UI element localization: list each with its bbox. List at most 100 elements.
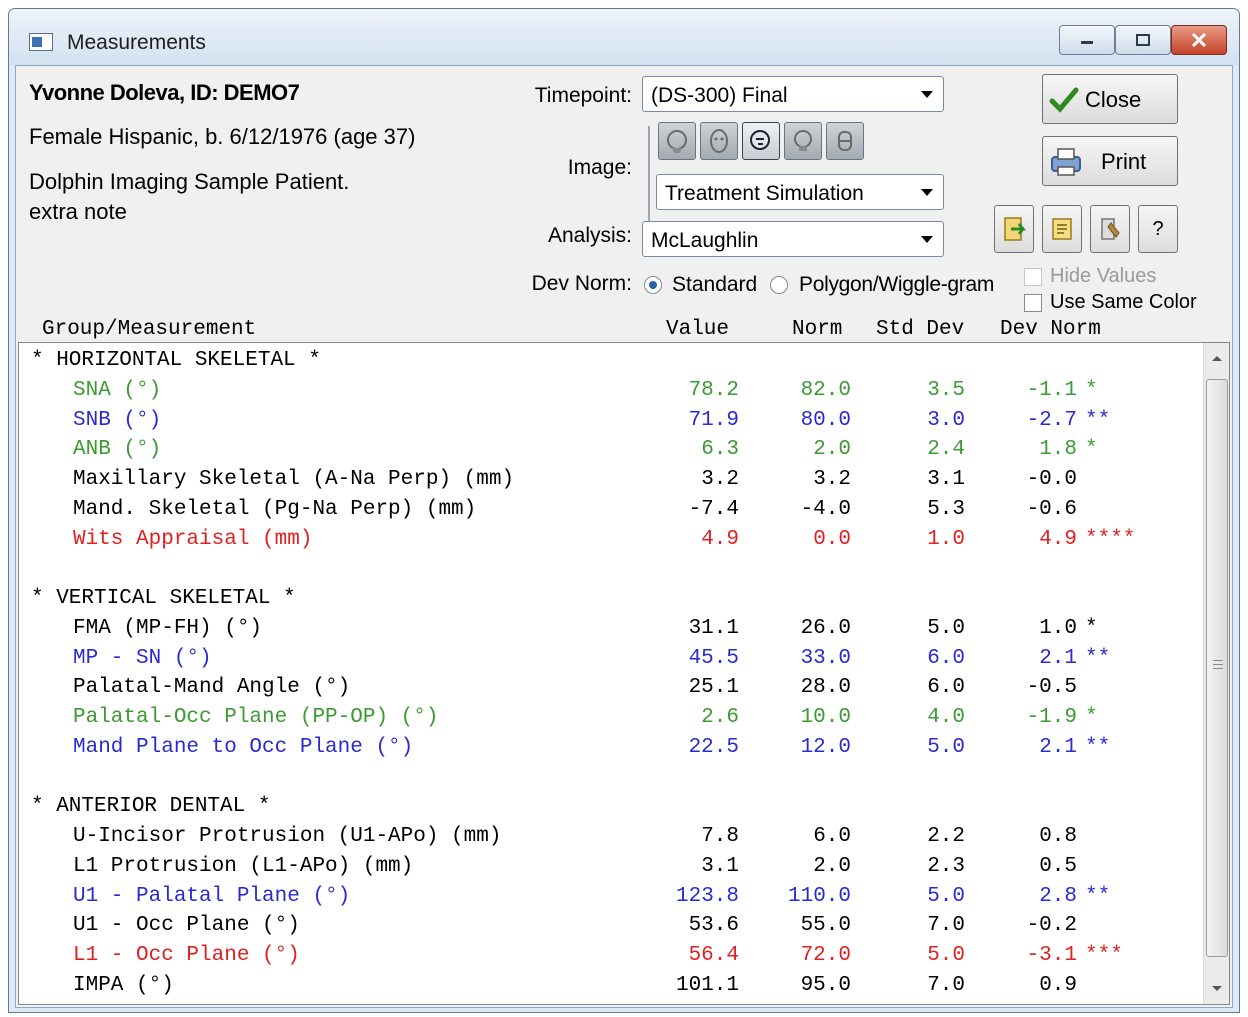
measurement-norm: 2.0	[813, 438, 851, 462]
close-button[interactable]: Close	[1042, 74, 1178, 124]
measurement-value: -7.4	[688, 497, 739, 521]
maximize-button[interactable]	[1115, 25, 1171, 55]
deviation-stars: *	[1085, 706, 1098, 729]
group-header-row[interactable]: * HORIZONTAL SKELETAL *	[19, 349, 1199, 379]
minimize-button[interactable]	[1059, 25, 1115, 55]
measurement-row[interactable]: U1 - Occ Plane (°) 53.6 55.0 7.0 -0.2	[19, 914, 1199, 944]
timepoint-select[interactable]: (DS-300) Final	[642, 76, 944, 112]
measurement-row[interactable]: Palatal-Occ Plane (PP-OP) (°) 2.6 10.0 4.0 -…	[19, 706, 1199, 736]
timepoint-label: Timepoint:	[534, 84, 632, 107]
measurement-dev-norm: -3.1	[1026, 944, 1077, 967]
notes-button[interactable]	[1042, 205, 1082, 253]
group-title: * ANTERIOR DENTAL *	[31, 795, 271, 819]
measurement-value: 123.8	[675, 884, 739, 908]
image-view-face[interactable]	[700, 122, 738, 160]
use-same-color-checkbox[interactable]	[1024, 294, 1042, 312]
measurement-row[interactable]: Mand Plane to Occ Plane (°) 22.5 12.0 5.0 2.…	[19, 736, 1199, 766]
image-value: Treatment Simulation	[665, 182, 864, 205]
measurement-norm: 12.0	[800, 735, 851, 759]
measurement-name: IMPA (°)	[73, 973, 174, 997]
measurement-name: SNB (°)	[73, 408, 162, 432]
image-view-lateral-xray[interactable]	[658, 122, 696, 160]
measurement-name: SNA (°)	[73, 378, 162, 402]
measurement-row[interactable]: ANB (°) 6.3 2.0 2.4 1.8 *	[19, 438, 1199, 468]
notes-icon	[1052, 218, 1072, 240]
measurement-norm: 28.0	[800, 676, 851, 700]
wrench-icon	[1101, 218, 1120, 240]
column-header: Group/Measurement Value Norm Std Dev Dev…	[16, 316, 1232, 342]
measurement-norm: 2.0	[813, 854, 851, 878]
group-header-row[interactable]: * ANTERIOR DENTAL *	[19, 795, 1199, 825]
measurement-value: 4.9	[701, 527, 739, 551]
measurement-norm: 3.2	[813, 468, 851, 491]
hide-values-label: Hide Values	[1050, 265, 1157, 287]
image-view-teeth[interactable]	[826, 122, 864, 160]
measurement-name: ANB (°)	[73, 438, 162, 462]
scroll-up-button[interactable]	[1204, 343, 1229, 373]
measurement-row[interactable]: FMA (MP-FH) (°) 31.1 26.0 5.0 1.0 *	[19, 617, 1199, 647]
devnorm-polygon-radio[interactable]	[770, 276, 788, 294]
measurement-row[interactable]: SNA (°) 78.2 82.0 3.5 -1.1 *	[19, 379, 1199, 409]
measurement-norm: 110.0	[787, 884, 851, 908]
skull-lateral-icon	[667, 130, 687, 153]
close-button-label: Close	[1085, 87, 1142, 112]
measurement-dev-norm: -1.9	[1026, 706, 1077, 729]
app-icon	[29, 33, 53, 51]
window-close-button[interactable]	[1171, 25, 1227, 55]
image-select[interactable]: Treatment Simulation	[656, 174, 944, 210]
window-title: Measurements	[67, 31, 206, 54]
measurement-name: Palatal-Mand Angle (°)	[73, 676, 351, 700]
col-dev-norm[interactable]: Dev Norm	[1000, 318, 1101, 341]
measurement-std-dev: 5.0	[927, 616, 965, 640]
measurement-norm: 10.0	[800, 706, 851, 729]
title-bar[interactable]: Measurements	[9, 9, 1239, 65]
vertical-scrollbar[interactable]	[1203, 343, 1229, 1004]
analysis-value: McLaughlin	[651, 229, 759, 252]
use-same-color-label: Use Same Color	[1050, 291, 1197, 313]
chevron-down-icon	[921, 189, 933, 196]
measurement-name: U-Incisor Protrusion (U1-APo) (mm)	[73, 825, 502, 848]
group-header-row[interactable]: * VERTICAL SKELETAL *	[19, 587, 1199, 617]
scroll-down-button[interactable]	[1204, 974, 1229, 1004]
measurement-row[interactable]: MP - SN (°) 45.5 33.0 6.0 2.1 **	[19, 647, 1199, 677]
timepoint-value: (DS-300) Final	[651, 84, 788, 107]
image-view-skull[interactable]	[784, 122, 822, 160]
measurement-row[interactable]: Maxillary Skeletal (A-Na Perp) (mm) 3.2 3.…	[19, 468, 1199, 498]
measurement-dev-norm: -0.2	[1026, 914, 1077, 938]
col-value[interactable]: Value	[666, 318, 729, 341]
help-button[interactable]: ?	[1138, 205, 1178, 253]
col-group-measurement[interactable]: Group/Measurement	[42, 318, 256, 341]
measurement-row[interactable]: Wits Appraisal (mm) 4.9 0.0 1.0 4.9 ****	[19, 528, 1199, 558]
image-view-simulation[interactable]	[742, 122, 780, 160]
print-button[interactable]: Print	[1042, 136, 1178, 186]
scroll-thumb[interactable]	[1206, 379, 1228, 957]
measurement-row[interactable]: U1 - Palatal Plane (°) 123.8 110.0 5.0 2.8 **	[19, 885, 1199, 915]
measurement-std-dev: 2.2	[927, 825, 965, 848]
measurement-row[interactable]: L1 Protrusion (L1-APo) (mm) 3.1 2.0 2.3 0.5	[19, 855, 1199, 885]
measurement-std-dev: 2.4	[927, 438, 965, 462]
col-std-dev[interactable]: Std Dev	[876, 318, 964, 341]
hide-values-checkbox[interactable]	[1024, 268, 1042, 286]
measurement-row[interactable]: Mand. Skeletal (Pg-Na Perp) (mm) -7.4 -4.0…	[19, 498, 1199, 528]
measurement-row[interactable]: IMPA (°) 101.1 95.0 7.0 0.9	[19, 974, 1199, 1004]
col-norm[interactable]: Norm	[792, 318, 842, 341]
measurement-row[interactable]: Palatal-Mand Angle (°) 25.1 28.0 6.0 -0.5	[19, 676, 1199, 706]
minimize-icon	[1081, 41, 1093, 44]
measurement-row[interactable]: U-Incisor Protrusion (U1-APo) (mm) 7.8 6.0…	[19, 825, 1199, 855]
devnorm-polygon-label[interactable]: Polygon/Wiggle-gram	[799, 273, 994, 297]
measurement-row[interactable]: SNB (°) 71.9 80.0 3.0 -2.7 **	[19, 409, 1199, 439]
deviation-stars: ****	[1085, 527, 1136, 551]
measurement-value: 2.6	[701, 706, 739, 729]
profile-simulation-icon	[750, 130, 770, 150]
measurement-list[interactable]: * HORIZONTAL SKELETAL * SNA (°) 78.2 82.0 3.…	[18, 342, 1230, 1005]
settings-button[interactable]	[1090, 205, 1130, 253]
chevron-up-icon	[1212, 356, 1222, 361]
measurement-row[interactable]: L1 - Occ Plane (°) 56.4 72.0 5.0 -3.1 ***	[19, 944, 1199, 974]
export-button[interactable]	[994, 205, 1034, 253]
devnorm-standard-radio[interactable]	[644, 276, 662, 294]
analysis-select[interactable]: McLaughlin	[642, 221, 944, 257]
devnorm-standard-label[interactable]: Standard	[672, 273, 757, 297]
measurement-name: Maxillary Skeletal (A-Na Perp) (mm)	[73, 468, 515, 491]
measurement-dev-norm: -0.5	[1026, 676, 1077, 700]
measurement-norm: 26.0	[800, 616, 851, 640]
